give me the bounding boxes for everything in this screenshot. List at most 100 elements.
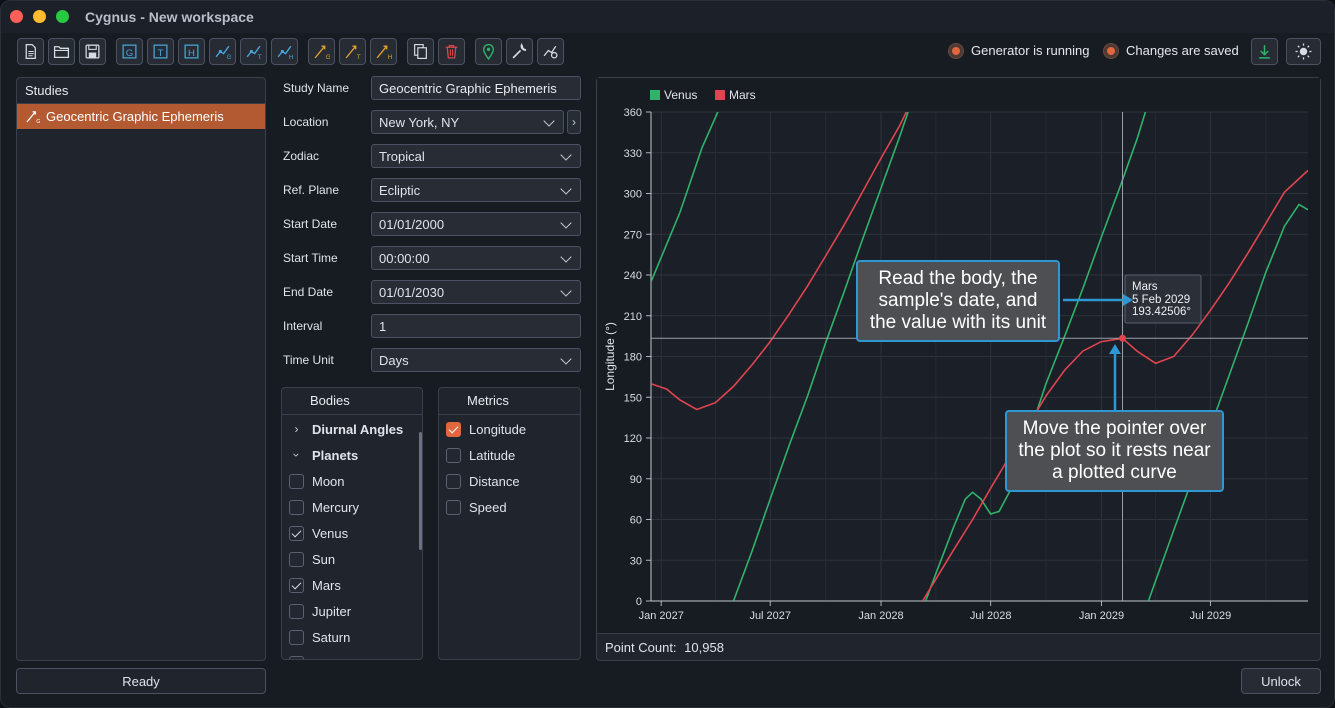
g-study-button[interactable]: G [116,38,143,65]
body-jupiter[interactable]: Jupiter [289,602,351,620]
zodiac-select[interactable]: Tropical [371,144,581,168]
new-file-button[interactable] [17,38,44,65]
body-venus[interactable]: Venus [289,524,348,542]
graph-t-button[interactable]: T [240,38,267,65]
body-saturn[interactable]: Saturn [289,628,350,646]
body-sun[interactable]: Sun [289,550,335,568]
location-button[interactable] [475,38,502,65]
body-label: Mars [312,577,341,593]
chart-footer: Point Count: 10,958 [597,633,1320,660]
checkbox[interactable] [289,499,304,515]
legend-swatch-mars [715,90,725,100]
close-window-button[interactable] [10,10,23,23]
graph-settings-button[interactable] [537,38,564,65]
group-planets[interactable]: › Planets [289,446,359,464]
ephem-g-button[interactable]: G [308,38,335,65]
studies-header: Studies [17,78,265,104]
checkbox[interactable] [289,577,304,593]
minimize-window-button[interactable] [33,10,46,23]
metrics-header: Metrics [439,388,580,415]
y-tick-label: 120 [624,433,642,445]
svg-text:H: H [388,54,392,60]
checkbox[interactable] [289,629,304,645]
interval-input[interactable]: 1 [371,314,581,338]
ephem-t-icon: T [345,45,361,60]
metrics-panel: Metrics Longitude Latitude Distance Spee… [438,387,581,660]
end-date-picker[interactable]: 01/01/2030 [371,280,581,304]
t-study-button[interactable]: T [147,38,174,65]
y-tick-label: 270 [624,229,642,241]
metric-latitude[interactable]: Latitude [446,446,515,464]
y-tick-label: 0 [636,596,642,608]
tools-button[interactable] [506,38,533,65]
start-time-picker[interactable]: 00:00:00 [371,246,581,270]
location-more-button[interactable]: › [567,110,581,134]
tooltip-date: 5 Feb 2029 [1132,294,1190,306]
body-mercury[interactable]: Mercury [289,498,359,516]
checkbox[interactable] [446,421,461,437]
ephemeris-chart[interactable]: 0 30 60 90 120 150 180 210 240 270 300 330 360 Jan 20… [597,78,1320,633]
download-button[interactable] [1251,38,1278,65]
location-select[interactable]: New York, NY [371,110,564,134]
metric-speed[interactable]: Speed [446,498,507,516]
status-dot-icon [949,43,963,58]
checkbox[interactable] [289,473,304,489]
checkbox[interactable] [289,603,304,619]
settings-graph-icon [543,45,558,59]
copy-icon [414,44,427,59]
studies-panel: Studies G Geocentric Graphic Ephemeris [16,77,266,661]
h-study-button[interactable]: H [178,38,205,65]
metric-distance[interactable]: Distance [446,472,520,490]
maximize-window-button[interactable] [56,10,69,23]
checkbox[interactable] [446,447,461,463]
study-name-input[interactable]: Geocentric Graphic Ephemeris [371,76,581,100]
ready-button[interactable]: Ready [16,668,266,694]
open-folder-icon [53,46,70,58]
ephem-g-icon: G [26,111,40,124]
ephem-t-button[interactable]: T [339,38,366,65]
x-tick-label: Jan 2029 [1079,610,1124,622]
location-label: Location [283,115,329,129]
bodies-scrollbar[interactable] [419,432,422,550]
graph-g-icon: G [215,45,231,60]
chevron-right-icon: › [294,422,299,436]
checkbox[interactable] [446,473,461,489]
start-date-picker[interactable]: 01/01/2000 [371,212,581,236]
y-tick-label: 210 [624,311,642,323]
checkbox[interactable] [446,499,461,515]
new-file-icon [25,43,36,60]
x-tick-label: Jul 2027 [749,610,791,622]
body-mars[interactable]: Mars [289,576,341,594]
metric-longitude[interactable]: Longitude [446,420,526,438]
unlock-button[interactable]: Unlock [1241,668,1321,694]
ephem-h-button[interactable]: H [370,38,397,65]
copy-button[interactable] [407,38,434,65]
save-icon [85,44,100,59]
delete-button[interactable] [438,38,465,65]
ephem-g-icon: G [314,45,330,60]
study-item[interactable]: G Geocentric Graphic Ephemeris [17,104,265,129]
body-moon[interactable]: Moon [289,472,345,490]
checkbox[interactable] [289,525,304,541]
y-tick-label: 30 [630,555,642,567]
graph-g-button[interactable]: G [209,38,236,65]
metric-label: Distance [469,473,520,489]
save-button[interactable] [79,38,106,65]
ref-plane-select[interactable]: Ecliptic [371,178,581,202]
theme-toggle-button[interactable] [1286,38,1321,65]
legend-label-venus: Venus [664,88,697,102]
group-diurnal-angles[interactable]: › Diurnal Angles [289,420,404,438]
body-label: Venus [312,525,349,541]
checkbox[interactable] [289,551,304,567]
svg-text:T: T [357,54,361,60]
body-label: Jupiter [312,603,352,619]
time-unit-label: Time Unit [283,353,334,367]
graph-h-button[interactable]: H [271,38,298,65]
checkbox[interactable] [289,655,304,659]
y-tick-label: 150 [624,392,642,404]
save-status-text: Changes are saved [1126,43,1239,58]
time-unit-select[interactable]: Days [371,348,581,372]
ref-plane-label: Ref. Plane [283,183,340,197]
body-label: Sun [312,551,336,567]
open-button[interactable] [48,38,75,65]
